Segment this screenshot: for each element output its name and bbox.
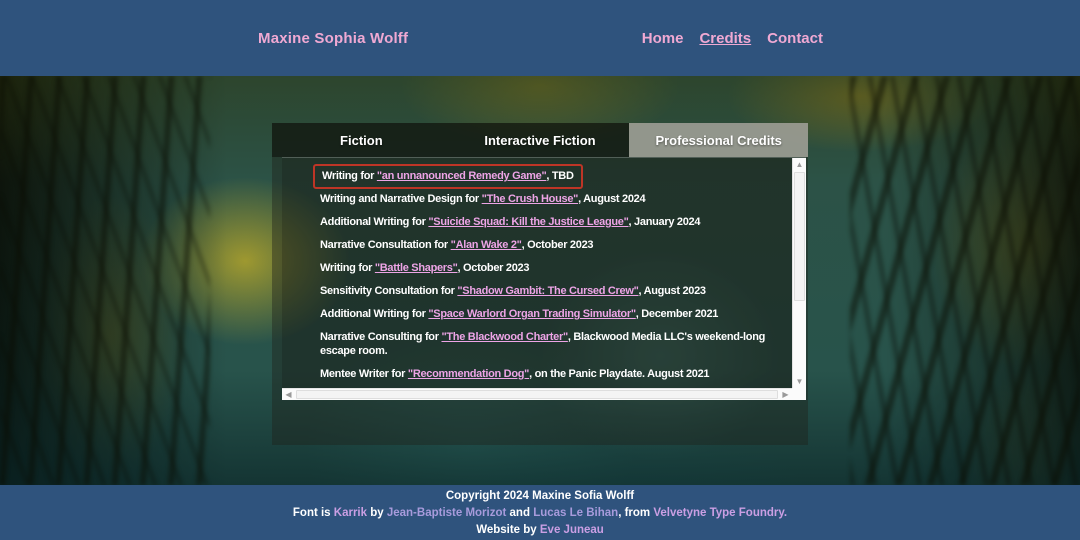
copyright-line: Copyright 2024 Maxine Sofia Wolff — [446, 489, 634, 503]
site-title[interactable]: Maxine Sophia Wolff — [258, 30, 408, 47]
credit-prefix: Writing for — [322, 170, 377, 182]
credit-item: Narrative Consulting for "The Blackwood … — [313, 330, 768, 358]
nav-link-contact[interactable]: Contact — [767, 30, 823, 47]
credit-item: Writing for "Battle Shapers", October 20… — [313, 261, 768, 275]
credit-link[interactable]: "Suicide Squad: Kill the Justice League" — [428, 216, 628, 228]
tab-interactive-fiction[interactable]: Interactive Fiction — [451, 123, 630, 157]
credit-prefix: Narrative Consultation for — [320, 239, 451, 251]
website-credit-line: Website by Eve Juneau — [476, 523, 604, 537]
credit-suffix: , December 2021 — [636, 308, 718, 320]
scroll-right-icon[interactable]: ▶ — [779, 389, 792, 400]
kelp-background-photo: FictionInteractive FictionProfessional C… — [0, 76, 1080, 485]
footer-link-jean-baptiste-morizot[interactable]: Jean-Baptiste Morizot — [387, 507, 507, 519]
credits-panel: FictionInteractive FictionProfessional C… — [272, 123, 808, 445]
horizontal-scroll-thumb[interactable] — [296, 390, 778, 399]
scrollbar-corner — [792, 388, 806, 400]
credits-list: Writing for "an unnanounced Remedy Game"… — [282, 158, 792, 388]
credit-prefix: Writing and Narrative Design for — [320, 193, 482, 205]
footer-text: Website by — [476, 524, 540, 536]
credit-link[interactable]: "Recommendation Dog" — [408, 368, 529, 380]
credit-prefix: Additional Writing for — [320, 216, 428, 228]
credit-suffix: , January 2024 — [629, 216, 701, 228]
scroll-up-icon[interactable]: ▲ — [793, 158, 806, 171]
tab-fiction[interactable]: Fiction — [272, 123, 451, 157]
credit-suffix: , August 2023 — [639, 285, 706, 297]
credit-item: Writing for "an unnanounced Remedy Game"… — [313, 164, 768, 189]
credit-prefix: Narrative Consulting for — [320, 331, 441, 343]
credit-link[interactable]: "Shadow Gambit: The Cursed Crew" — [457, 285, 638, 297]
credit-item: Additional Writing for "Space Warlord Or… — [313, 307, 768, 321]
credit-prefix: Additional Writing for — [320, 308, 428, 320]
nav-link-home[interactable]: Home — [642, 30, 684, 47]
credits-scroll-area[interactable]: Writing for "an unnanounced Remedy Game"… — [282, 157, 806, 400]
credit-item: Mentee Writer for "Recommendation Dog", … — [313, 367, 768, 381]
credit-link[interactable]: "The Blackwood Charter" — [441, 331, 567, 343]
vertical-scroll-thumb[interactable] — [794, 172, 805, 301]
footer-link-velvetyne-type-foundry[interactable]: Velvetyne Type Foundry. — [653, 507, 787, 519]
kelp-strands-right — [850, 76, 1080, 485]
credit-item: Narrative Consultation for "Alan Wake 2"… — [313, 238, 768, 252]
horizontal-scrollbar[interactable]: ◀ ▶ — [282, 388, 792, 400]
credit-link[interactable]: "Battle Shapers" — [375, 262, 458, 274]
footer-link-karrik[interactable]: Karrik — [334, 507, 367, 519]
credit-suffix: , October 2023 — [522, 239, 594, 251]
credit-link[interactable]: "Alan Wake 2" — [451, 239, 522, 251]
credit-suffix: , TBD — [546, 170, 573, 182]
tab-professional-credits[interactable]: Professional Credits — [629, 123, 808, 157]
credit-prefix: Mentee Writer for — [320, 368, 408, 380]
main-nav: Home Credits Contact — [642, 30, 823, 47]
scroll-left-icon[interactable]: ◀ — [282, 389, 295, 400]
scroll-down-icon[interactable]: ▼ — [793, 375, 806, 388]
annotation-highlight-box: Writing for "an unnanounced Remedy Game"… — [313, 164, 583, 189]
site-footer: Copyright 2024 Maxine Sofia Wolff Font i… — [0, 485, 1080, 540]
credit-item: Writing and Narrative Design for "The Cr… — [313, 192, 768, 206]
credit-link[interactable]: "The Crush House" — [482, 193, 578, 205]
vertical-scrollbar[interactable]: ▲ ▼ — [792, 158, 806, 388]
credit-suffix: , October 2023 — [458, 262, 530, 274]
credit-suffix: , August 2024 — [578, 193, 645, 205]
footer-link-lucas-le-bihan[interactable]: Lucas Le Bihan — [533, 507, 618, 519]
credit-suffix: , on the Panic Playdate. August 2021 — [529, 368, 709, 380]
credit-prefix: Writing for — [320, 262, 375, 274]
credit-item: Additional Writing for "Suicide Squad: K… — [313, 215, 768, 229]
site-header: Maxine Sophia Wolff Home Credits Contact — [0, 0, 1080, 76]
footer-text: and — [506, 507, 533, 519]
tab-bar: FictionInteractive FictionProfessional C… — [272, 123, 808, 157]
credit-item: Sensitivity Consultation for "Shadow Gam… — [313, 284, 768, 298]
footer-text: Font is — [293, 507, 334, 519]
nav-link-credits[interactable]: Credits — [699, 30, 751, 47]
kelp-strands-left — [0, 76, 210, 485]
credit-prefix: Sensitivity Consultation for — [320, 285, 457, 297]
footer-link-eve-juneau[interactable]: Eve Juneau — [540, 524, 604, 536]
footer-text: by — [367, 507, 387, 519]
credit-link[interactable]: "an unnanounced Remedy Game" — [377, 170, 547, 182]
footer-text: , from — [618, 507, 653, 519]
font-credit-line: Font is Karrik by Jean-Baptiste Morizot … — [293, 506, 787, 520]
credit-link[interactable]: "Space Warlord Organ Trading Simulator" — [428, 308, 635, 320]
